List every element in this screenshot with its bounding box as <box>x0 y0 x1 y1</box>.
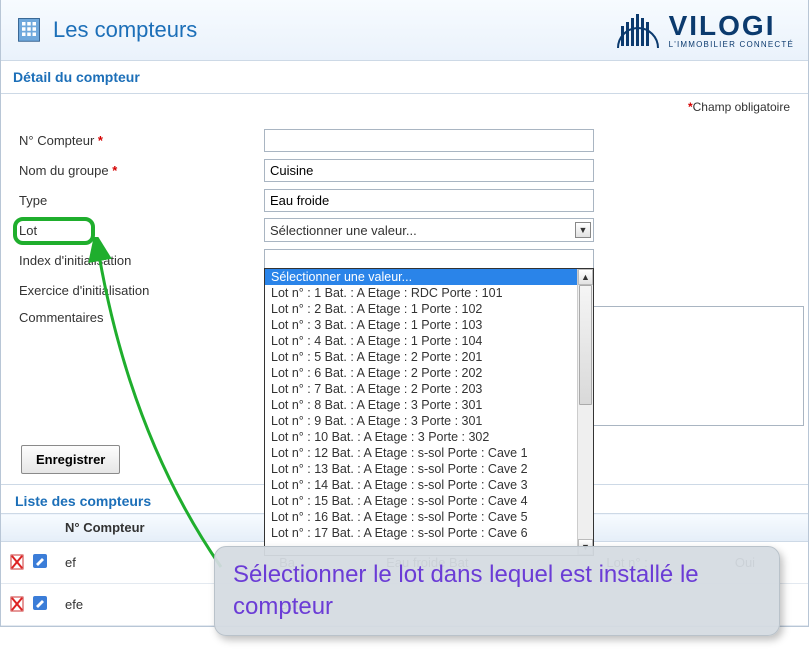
save-button[interactable]: Enregistrer <box>21 445 120 474</box>
lot-dropdown[interactable]: Sélectionner une valeur...Lot n° : 1 Bat… <box>264 268 594 556</box>
lot-select[interactable]: Sélectionner une valeur... ▼ <box>264 218 594 242</box>
lot-option[interactable]: Lot n° : 8 Bat. : A Etage : 3 Porte : 30… <box>265 397 593 413</box>
detail-section-title: Détail du compteur <box>1 61 808 94</box>
lot-option[interactable]: Lot n° : 7 Bat. : A Etage : 2 Porte : 20… <box>265 381 593 397</box>
lot-option[interactable]: Lot n° : 2 Bat. : A Etage : 1 Porte : 10… <box>265 301 593 317</box>
page-title: Les compteurs <box>53 17 197 43</box>
edit-icon[interactable] <box>31 594 49 615</box>
lot-option[interactable]: Lot n° : 15 Bat. : A Etage : s-sol Porte… <box>265 493 593 509</box>
delete-icon[interactable] <box>9 552 27 573</box>
lot-label: Lot <box>19 219 264 242</box>
lot-option[interactable]: Lot n° : 5 Bat. : A Etage : 2 Porte : 20… <box>265 349 593 365</box>
delete-icon[interactable] <box>9 594 27 615</box>
col-num[interactable]: N° Compteur <box>57 514 271 542</box>
lot-option[interactable]: Lot n° : 1 Bat. : A Etage : RDC Porte : … <box>265 285 593 301</box>
lot-option[interactable]: Lot n° : 6 Bat. : A Etage : 2 Porte : 20… <box>265 365 593 381</box>
scroll-up-icon[interactable]: ▲ <box>578 269 593 285</box>
num-compteur-label: N° Compteur * <box>19 129 264 152</box>
lot-option[interactable]: Lot n° : 3 Bat. : A Etage : 1 Porte : 10… <box>265 317 593 333</box>
building-icon <box>15 15 43 46</box>
lot-option[interactable]: Lot n° : 13 Bat. : A Etage : s-sol Porte… <box>265 461 593 477</box>
lot-option[interactable]: Sélectionner une valeur... <box>265 269 593 285</box>
lot-option[interactable]: Lot n° : 4 Bat. : A Etage : 1 Porte : 10… <box>265 333 593 349</box>
exercice-label: Exercice d'initialisation <box>19 279 264 302</box>
type-input[interactable] <box>264 189 594 212</box>
logo-name: VILOGI <box>669 12 794 40</box>
group-label: Nom du groupe * <box>19 159 264 182</box>
lot-option[interactable]: Lot n° : 16 Bat. : A Etage : s-sol Porte… <box>265 509 593 525</box>
lot-option[interactable]: Lot n° : 9 Bat. : A Etage : 3 Porte : 30… <box>265 413 593 429</box>
logo-tagline: L'IMMOBILIER CONNECTÉ <box>669 40 794 49</box>
num-compteur-input[interactable] <box>264 129 594 152</box>
scrollbar[interactable]: ▲ ▼ <box>577 269 593 555</box>
index-label: Index d'initialisation <box>19 249 264 272</box>
brand-logo: VILOGI L'IMMOBILIER CONNECTÉ <box>613 8 794 52</box>
lot-option[interactable]: Lot n° : 12 Bat. : A Etage : s-sol Porte… <box>265 445 593 461</box>
mandatory-note: *Champ obligatoire <box>1 94 808 120</box>
annotation-callout: Sélectionner le lot dans lequel est inst… <box>214 546 780 636</box>
type-label: Type <box>19 189 264 212</box>
chevron-down-icon: ▼ <box>575 222 591 238</box>
group-input[interactable] <box>264 159 594 182</box>
lot-option[interactable]: Lot n° : 17 Bat. : A Etage : s-sol Porte… <box>265 525 593 541</box>
comments-label: Commentaires <box>19 306 264 329</box>
edit-icon[interactable] <box>31 552 49 573</box>
lot-option[interactable]: Lot n° : 10 Bat. : A Etage : 3 Porte : 3… <box>265 429 593 445</box>
lot-option[interactable]: Lot n° : 14 Bat. : A Etage : s-sol Porte… <box>265 477 593 493</box>
page-header: Les compteurs VILOGI L'IMMOBILIER CONNEC… <box>1 0 808 61</box>
lot-select-value: Sélectionner une valeur... <box>270 223 417 238</box>
scroll-thumb[interactable] <box>579 285 592 405</box>
